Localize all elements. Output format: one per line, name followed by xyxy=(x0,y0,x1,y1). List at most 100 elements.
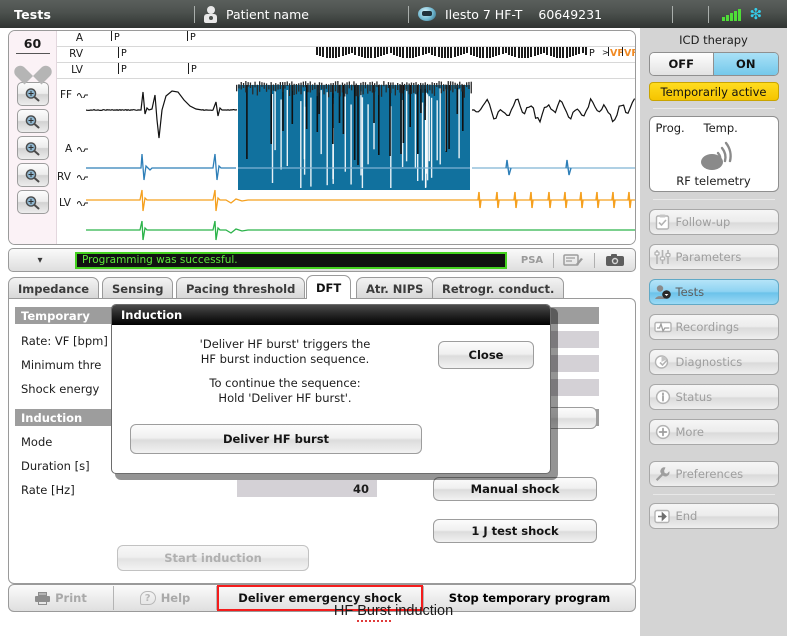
marker-p: P xyxy=(121,64,127,75)
divider xyxy=(408,6,409,23)
divider xyxy=(653,494,775,495)
test-shock-button[interactable]: 1 J test shock xyxy=(433,519,597,543)
annotation-marks-rv: P P>VFVFVFVFVFVFVFVFVFVFVFVFVFVF xyxy=(86,47,635,62)
device-serial: 60649231 xyxy=(538,7,602,22)
divider xyxy=(653,108,775,109)
sidebar-label: Status xyxy=(676,390,713,404)
sidebar-label: Tests xyxy=(676,285,705,299)
marker-p: P xyxy=(121,48,127,59)
tab-sensing[interactable]: Sensing xyxy=(102,277,173,299)
zoom-button-ff[interactable] xyxy=(17,82,49,106)
caption-suffix: induction xyxy=(391,603,453,619)
ecg-display-card: 60 xyxy=(8,30,636,245)
zoom-button-2[interactable] xyxy=(17,109,49,133)
sidebar-item-status[interactable]: Status xyxy=(649,384,779,410)
sidebar-item-follow-up[interactable]: Follow-up xyxy=(649,209,779,235)
signal-bars-icon xyxy=(722,8,741,21)
figure-caption: HF Burst induction xyxy=(0,600,787,619)
rf-telemetry-icon xyxy=(698,137,738,171)
patient-tests-icon xyxy=(650,284,676,300)
rf-telemetry-panel[interactable]: Prog. Temp. RF telemetry xyxy=(649,116,779,192)
manual-shock-button[interactable]: Manual shock xyxy=(433,477,597,501)
psa-label[interactable]: PSA xyxy=(511,255,553,266)
main-content-area: 60 xyxy=(8,30,636,586)
close-button[interactable]: Close xyxy=(438,341,534,369)
bluetooth-icon: ❇ xyxy=(750,5,763,23)
marker-p: P xyxy=(114,32,120,43)
camera-icon[interactable] xyxy=(595,253,635,267)
sidebar-item-diagnostics[interactable]: Diagnostics xyxy=(649,349,779,375)
tab-dft[interactable]: DFT xyxy=(306,275,351,299)
sidebar-item-preferences[interactable]: Preferences xyxy=(649,461,779,487)
device-model: Ilesto 7 HF-T xyxy=(445,7,522,22)
field-label-mode: Mode xyxy=(21,435,52,449)
field-value-rate-hz[interactable]: 40 xyxy=(237,480,377,497)
annotation-row-lv: LV P P xyxy=(57,63,635,79)
induction-dialog: Induction 'Deliver HF burst' triggers th… xyxy=(111,304,551,474)
wrench-icon xyxy=(650,466,676,482)
sidebar-label: Preferences xyxy=(676,467,744,481)
tab-impedance[interactable]: Impedance xyxy=(8,277,99,299)
status-message-box: Programming was successful. xyxy=(75,252,507,269)
dialog-line-2: HF burst induction sequence. xyxy=(201,352,370,366)
sidebar-label: Parameters xyxy=(676,250,742,264)
annotation-label-a: A xyxy=(59,32,83,44)
pie-chart-check-icon xyxy=(650,354,676,370)
zoom-button-rv[interactable] xyxy=(17,163,49,187)
field-label-minimum-threshold: Minimum thre xyxy=(21,358,101,372)
deliver-hf-burst-button[interactable]: Deliver HF burst xyxy=(130,424,422,454)
sidebar-label: More xyxy=(676,425,705,439)
marker-p: P xyxy=(191,64,197,75)
channel-label-rv: RV xyxy=(57,171,71,183)
ecg-waveforms xyxy=(86,80,635,244)
channel-label-lv: LV xyxy=(59,197,71,209)
sidebar-label: Recordings xyxy=(676,320,740,334)
zoom-button-lv[interactable] xyxy=(17,190,49,214)
annotation-label-rv: RV xyxy=(59,48,83,60)
caption-prefix: HF xyxy=(334,603,357,619)
toggle-off-option[interactable]: OFF xyxy=(650,53,714,75)
sliders-icon xyxy=(650,249,676,265)
sidebar-item-parameters[interactable]: Parameters xyxy=(649,244,779,270)
marker-p: P xyxy=(190,32,196,43)
zoom-button-a[interactable] xyxy=(17,136,49,160)
tab-pacing-threshold[interactable]: Pacing threshold xyxy=(176,277,305,299)
wrench-icon[interactable] xyxy=(554,253,594,268)
rf-telemetry-caption: RF telemetry xyxy=(650,174,778,188)
device-info: Ilesto 7 HF-T 60649231 xyxy=(418,7,663,22)
toggle-on-option[interactable]: ON xyxy=(713,53,778,75)
icd-therapy-toggle[interactable]: OFF ON xyxy=(649,52,779,76)
divider xyxy=(653,199,775,200)
divider xyxy=(16,53,50,54)
annotation-marks-lv: P P xyxy=(86,63,635,78)
caption-misspelled-word: Burst xyxy=(357,603,391,622)
field-label-rate-hz: Rate [Hz] xyxy=(21,483,75,497)
tab-bar: Impedance Sensing Pacing threshold DFT A… xyxy=(8,277,636,299)
tab-retrogr-conduct[interactable]: Retrogr. conduct. xyxy=(432,277,564,299)
ecg-waveform-svg xyxy=(86,80,635,244)
tab-atr-nips[interactable]: Atr. NIPS xyxy=(356,277,433,299)
sidebar-label: Diagnostics xyxy=(676,355,743,369)
clipboard-check-icon xyxy=(650,214,676,230)
patient-name-field[interactable]: Patient name xyxy=(204,6,399,23)
screen-root: Tests Patient name Ilesto 7 HF-T 6064923… xyxy=(0,0,787,636)
channel-label-a: A xyxy=(65,143,72,155)
ecg-trace-area[interactable]: A P P RV P P>VFVFVFVFVFVFVFVF xyxy=(57,31,635,244)
chevron-down-icon[interactable]: ▾ xyxy=(9,255,71,266)
annotation-label-lv: LV xyxy=(59,64,83,76)
sidebar-label: End xyxy=(676,509,698,523)
ecg-strip-icon xyxy=(650,320,676,334)
status-message-text: Programming was successful. xyxy=(77,254,238,266)
status-message-bar: ▾ Programming was successful. PSA xyxy=(8,248,636,272)
sidebar-item-tests[interactable]: Tests xyxy=(649,279,779,305)
patient-name-label: Patient name xyxy=(226,7,309,22)
sidebar-item-more[interactable]: More xyxy=(649,419,779,445)
field-label-shock-energy: Shock energy xyxy=(21,382,99,396)
divider xyxy=(672,6,673,23)
sidebar-item-recordings[interactable]: Recordings xyxy=(649,314,779,340)
temporarily-active-badge: Temporarily active xyxy=(649,82,779,101)
exit-arrow-icon xyxy=(650,509,676,524)
sidebar-item-end[interactable]: End xyxy=(649,503,779,529)
start-induction-button[interactable]: Start induction xyxy=(117,545,309,571)
channel-label-ff: FF xyxy=(60,89,72,101)
